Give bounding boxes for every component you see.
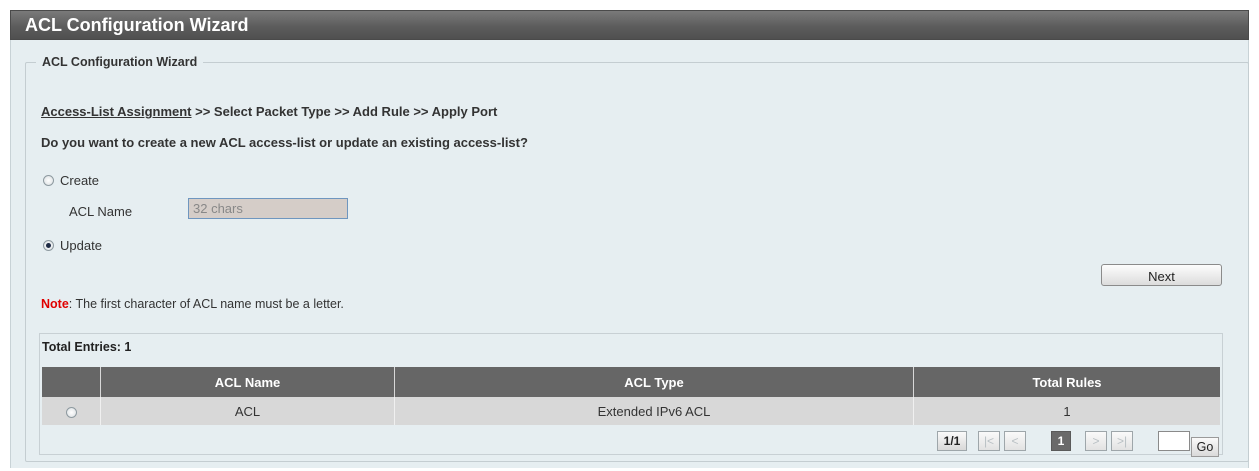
wizard-breadcrumb: Access-List Assignment >> Select Packet … [41, 104, 497, 119]
note-text: Note: The first character of ACL name mu… [41, 297, 344, 311]
update-radio[interactable] [43, 240, 54, 252]
wizard-question: Do you want to create a new ACL access-l… [41, 135, 528, 150]
section-title: ACL Configuration Wizard [36, 55, 204, 69]
step-access-list-assignment[interactable]: Access-List Assignment [41, 104, 192, 119]
current-page-button[interactable]: 1 [1051, 431, 1071, 451]
total-entries: Total Entries: 1 [42, 340, 132, 354]
go-button[interactable]: Go [1191, 437, 1219, 457]
cell-acl-type: Extended IPv6 ACL [394, 397, 914, 425]
create-option[interactable]: Create [43, 172, 99, 188]
row-select-cell[interactable] [42, 397, 101, 425]
page-number-input[interactable] [1158, 431, 1190, 451]
next-page-button[interactable]: > [1085, 431, 1107, 451]
acl-name-input[interactable]: 32 chars [188, 198, 348, 219]
header-acl-name: ACL Name [100, 367, 395, 397]
last-page-button[interactable]: >| [1111, 431, 1133, 451]
create-radio[interactable] [43, 175, 54, 187]
header-total-rules: Total Rules [913, 367, 1220, 397]
update-option[interactable]: Update [43, 237, 102, 253]
cell-total-rules: 1 [913, 397, 1220, 425]
acl-name-label: ACL Name [69, 204, 133, 219]
acl-table-container: Total Entries: 1 ACL Name ACL Type Total… [39, 333, 1223, 457]
note-body: : The first character of ACL name must b… [68, 297, 344, 311]
remaining-steps: >> Select Packet Type >> Add Rule >> App… [191, 104, 498, 119]
prev-page-button[interactable]: < [1004, 431, 1026, 451]
main-panel: ACL Configuration Wizard Access-List Ass… [10, 40, 1249, 468]
header-acl-type: ACL Type [394, 367, 914, 397]
first-page-button[interactable]: |< [978, 431, 1000, 451]
next-button[interactable]: Next [1101, 264, 1222, 286]
table-row[interactable]: ACL Extended IPv6 ACL 1 [42, 397, 1220, 425]
table-header-row: ACL Name ACL Type Total Rules [42, 367, 1220, 397]
update-label: Update [60, 238, 102, 254]
row-select-radio[interactable] [65, 406, 77, 418]
page-count: 1/1 [937, 431, 967, 451]
acl-table: ACL Name ACL Type Total Rules ACL Extend… [42, 367, 1220, 425]
header-select [42, 367, 101, 397]
note-prefix: Note [41, 297, 69, 311]
cell-acl-name: ACL [100, 397, 395, 425]
create-label: Create [60, 173, 100, 189]
window-title: ACL Configuration Wizard [10, 10, 1249, 40]
